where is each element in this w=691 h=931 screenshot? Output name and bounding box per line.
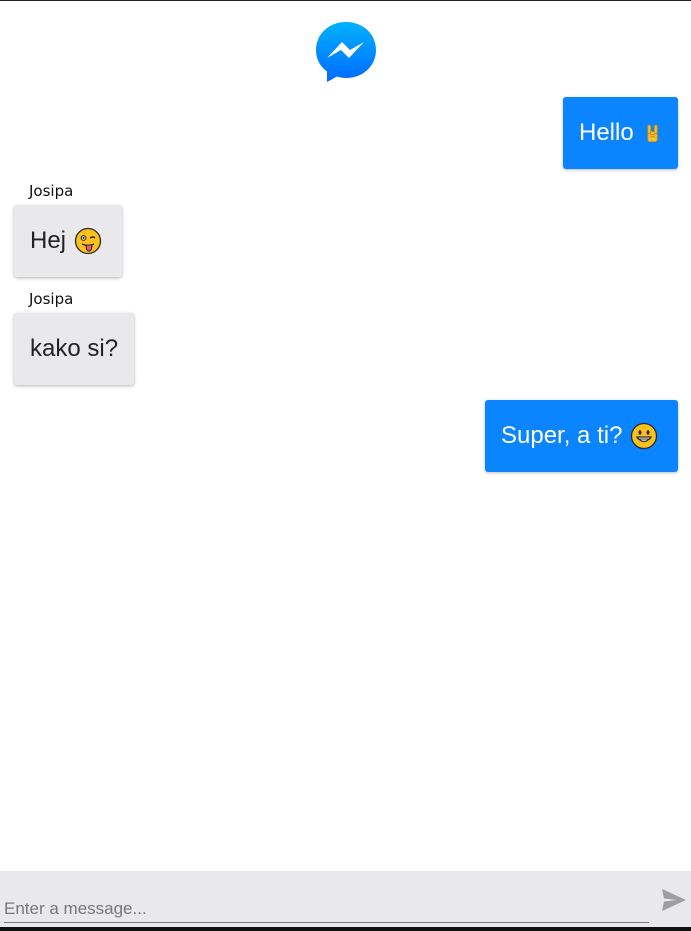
message-text: Hello [579,119,634,146]
outgoing-message-bubble: Hello [563,97,678,169]
message-composer [0,871,691,927]
message-list: Hello Josipa Hej Josipa kako si? Super, … [0,1,691,871]
message-text: Hej [30,227,67,254]
send-icon[interactable] [661,888,687,912]
sender-name: Josipa [29,182,74,200]
incoming-message-bubble: kako si? [14,313,134,385]
grinning-face-icon [631,422,658,450]
winking-tongue-face-icon [74,227,102,255]
sender-name: Josipa [29,290,74,308]
outgoing-message-bubble: Super, a ti? [485,400,678,472]
message-text: kako si? [30,335,119,362]
incoming-message-bubble: Hej [14,205,122,277]
rock-on-hand-icon [647,124,658,143]
message-text: Super, a ti? [501,422,623,449]
window-bottom-border [0,927,691,931]
message-input[interactable] [4,895,649,923]
